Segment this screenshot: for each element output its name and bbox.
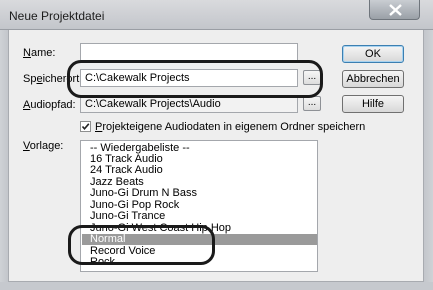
window-frame-bottom xyxy=(0,282,433,290)
speicherort-label: Speicherort: xyxy=(23,73,83,85)
checkmark-icon xyxy=(81,123,90,131)
name-field[interactable] xyxy=(80,43,298,61)
close-icon xyxy=(389,4,402,16)
list-item[interactable]: Rock xyxy=(82,257,317,268)
window-frame-right xyxy=(424,30,433,290)
own-audio-folder-label[interactable]: Projekteigene Audiodaten in eigenem Ordn… xyxy=(95,121,365,133)
audiopfad-label: Audiopfad: xyxy=(23,99,76,111)
window-frame-left xyxy=(0,30,8,290)
audiopfad-field[interactable]: C:\Cakewalk Projects\Audio xyxy=(80,95,298,113)
dialog-window: Neue Projektdatei Name: Speicherort: C:\… xyxy=(0,0,433,290)
window-title: Neue Projektdatei xyxy=(9,9,105,23)
close-button[interactable] xyxy=(369,0,420,20)
name-label: Name: xyxy=(23,47,56,59)
cancel-button[interactable]: Abbrechen xyxy=(342,70,404,88)
speicherort-browse-button[interactable]: ... xyxy=(303,70,321,85)
help-button[interactable]: Hilfe xyxy=(342,95,404,113)
list-item[interactable]: 24 Track Audio xyxy=(82,165,317,176)
audiopfad-browse-button[interactable]: ... xyxy=(303,96,321,111)
list-item[interactable]: Juno-Gi Drum N Bass xyxy=(82,188,317,199)
template-list[interactable]: -- Wiedergabeliste -- 16 Track Audio 24 … xyxy=(80,140,318,272)
title-bar[interactable]: Neue Projektdatei xyxy=(0,0,433,30)
list-item[interactable]: Record Voice xyxy=(82,246,317,257)
vorlage-label: Vorlage: xyxy=(23,140,64,152)
own-audio-folder-checkbox[interactable] xyxy=(80,121,91,132)
speicherort-field[interactable]: C:\Cakewalk Projects xyxy=(80,69,298,87)
list-item-selected[interactable]: Normal xyxy=(82,234,317,245)
list-item[interactable]: Juno-Gi Trance xyxy=(82,211,317,222)
ok-button[interactable]: OK xyxy=(342,45,404,63)
